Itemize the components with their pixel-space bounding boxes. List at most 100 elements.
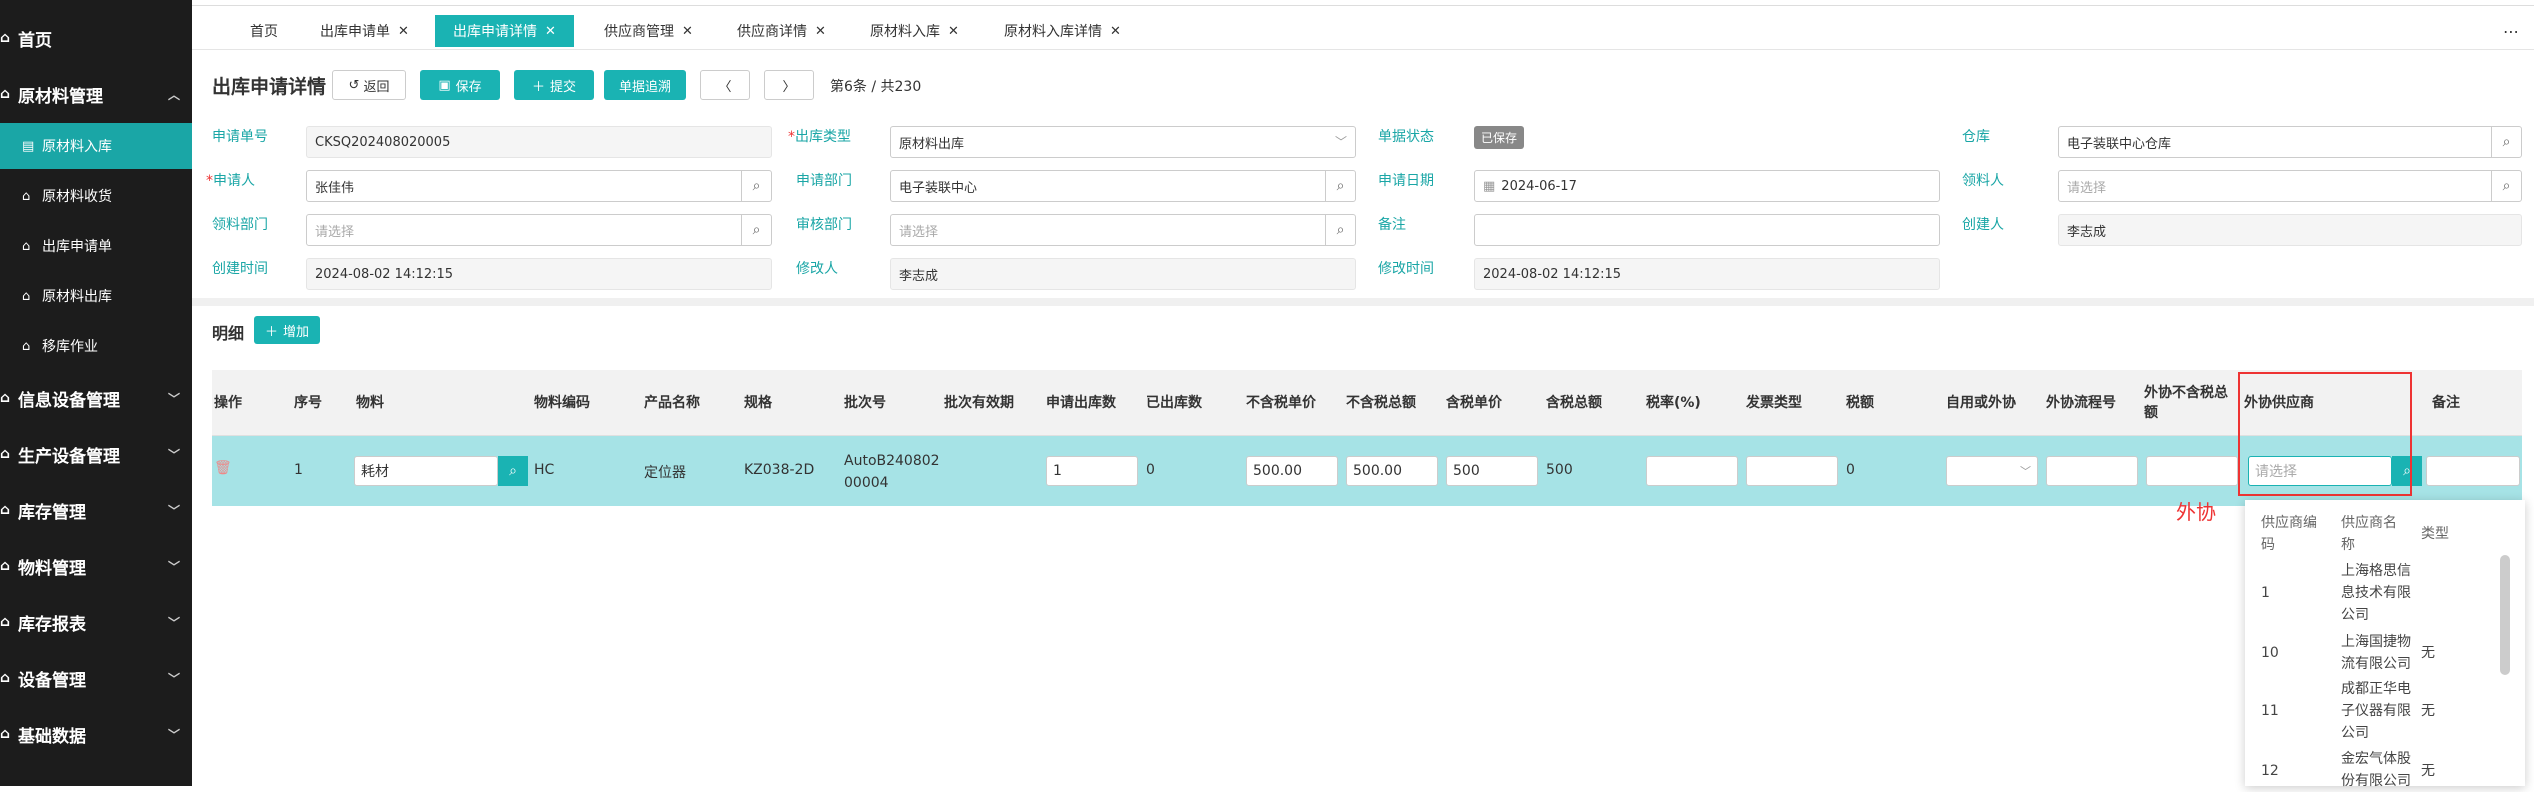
back-button[interactable]: ↺ 返回 bbox=[332, 70, 406, 100]
supplier-code[interactable]: 10 bbox=[2261, 642, 2279, 664]
sidebar-item-production-equipment[interactable]: ⌂ 生产设备管理 ﹀ bbox=[0, 434, 192, 474]
price-value: 500.00 bbox=[1253, 463, 1302, 479]
apply-dept-field[interactable]: 电子装联中心 ⌕ bbox=[890, 170, 1356, 202]
tab-home[interactable]: 首页 bbox=[232, 15, 296, 47]
close-icon[interactable]: ✕ bbox=[948, 24, 959, 39]
supplier-name[interactable]: 上海国捷物流有限公司 bbox=[2341, 631, 2413, 675]
next-button[interactable]: 〉 bbox=[764, 70, 814, 100]
sidebar-subitem-raw-inbound[interactable]: ▤ 原材料入库 bbox=[0, 123, 192, 169]
popup-header-type: 类型 bbox=[2421, 526, 2449, 542]
modifier-value: 李志成 bbox=[899, 268, 939, 284]
add-row-button[interactable]: ＋ 增加 bbox=[254, 316, 320, 344]
apply-qty-input[interactable]: 1 bbox=[1046, 456, 1138, 486]
audit-dept-field[interactable]: 请选择 ⌕ bbox=[890, 214, 1356, 246]
total-input[interactable]: 500.00 bbox=[1346, 456, 1438, 486]
apply-no-field: CKSQ202408020005 bbox=[306, 126, 772, 158]
row-remark-input[interactable] bbox=[2426, 456, 2520, 486]
apply-date-value: 2024-06-17 bbox=[1501, 178, 1577, 194]
outsource-total-input[interactable] bbox=[2146, 456, 2238, 486]
supplier-name[interactable]: 上海格思信息技术有限公司 bbox=[2341, 560, 2413, 626]
highlight-box bbox=[2238, 372, 2412, 496]
search-icon[interactable]: ⌕ bbox=[741, 171, 771, 201]
supplier-name[interactable]: 成都正华电子仪器有限公司 bbox=[2341, 678, 2413, 744]
sidebar-subitem-transfer[interactable]: ⌂ 移库作业 bbox=[0, 323, 192, 369]
trash-icon[interactable]: 🗑 bbox=[214, 460, 232, 476]
label-modify-time: 修改时间 bbox=[1378, 261, 1434, 277]
chevron-down-icon: ﹀ bbox=[1334, 135, 1347, 149]
invoice-type-input[interactable] bbox=[1746, 456, 1838, 486]
more-icon[interactable]: ⋯ bbox=[2503, 22, 2520, 41]
sidebar-subitem-raw-receive[interactable]: ⌂ 原材料收货 bbox=[0, 173, 192, 219]
sidebar-item-raw-material[interactable]: ⌂ 原材料管理 ︿ bbox=[0, 74, 192, 114]
close-icon[interactable]: ✕ bbox=[682, 24, 693, 39]
close-icon[interactable]: ✕ bbox=[1110, 24, 1121, 39]
sidebar-item-equipment[interactable]: ⌂ 设备管理 ﹀ bbox=[0, 658, 192, 698]
supplier-code[interactable]: 1 bbox=[2261, 582, 2270, 604]
chevron-down-icon: ﹀ bbox=[167, 672, 180, 686]
sidebar-item-inventory-report[interactable]: ⌂ 库存报表 ﹀ bbox=[0, 602, 192, 642]
home-icon: ⌂ bbox=[0, 502, 11, 518]
sidebar-item-materials[interactable]: ⌂ 物料管理 ﹀ bbox=[0, 546, 192, 586]
sidebar-item-label: 库存管理 bbox=[18, 502, 86, 523]
close-icon[interactable]: ✕ bbox=[545, 24, 556, 39]
supplier-code[interactable]: 11 bbox=[2261, 700, 2279, 722]
tab-raw-inbound[interactable]: 原材料入库 ✕ bbox=[852, 15, 977, 47]
home-icon: ⌂ bbox=[22, 238, 31, 254]
applicant-field[interactable]: 张佳伟 ⌕ bbox=[306, 170, 772, 202]
sidebar-item-label: 物料管理 bbox=[18, 558, 86, 579]
tab-out-request-detail[interactable]: 出库申请详情 ✕ bbox=[435, 15, 574, 47]
sidebar-item-home[interactable]: ⌂ 首页 bbox=[0, 18, 192, 58]
sidebar-item-label: 基础数据 bbox=[18, 726, 86, 747]
prev-button[interactable]: 〈 bbox=[700, 70, 750, 100]
sidebar-subitem-raw-outbound[interactable]: ⌂ 原材料出库 bbox=[0, 273, 192, 319]
remark-field[interactable] bbox=[1474, 214, 1940, 246]
chevron-up-icon: ︿ bbox=[167, 88, 180, 102]
tax-price-input[interactable]: 500 bbox=[1446, 456, 1538, 486]
outsource-flow-input[interactable] bbox=[2046, 456, 2138, 486]
tab-out-request-list[interactable]: 出库申请单 ✕ bbox=[302, 15, 427, 47]
search-icon[interactable]: ⌕ bbox=[2491, 171, 2521, 201]
modify-time-field: 2024-08-02 14:12:15 bbox=[1474, 258, 1940, 290]
sidebar-subitem-out-request[interactable]: ⌂ 出库申请单 bbox=[0, 223, 192, 269]
popup-scrollbar[interactable] bbox=[2500, 555, 2510, 675]
sidebar-item-base-data[interactable]: ⌂ 基础数据 ﹀ bbox=[0, 714, 192, 754]
apply-date-picker[interactable]: ▦ 2024-06-17 bbox=[1474, 170, 1940, 202]
search-icon[interactable]: ⌕ bbox=[2491, 127, 2521, 157]
out-type-select[interactable]: 原材料出库 ﹀ bbox=[890, 126, 1356, 158]
supplier-name[interactable]: 金宏气体股份有限公司 bbox=[2341, 748, 2413, 792]
tax-rate-input[interactable] bbox=[1646, 456, 1738, 486]
receiver-field[interactable]: 请选择 ⌕ bbox=[2058, 170, 2522, 202]
create-time-field: 2024-08-02 14:12:15 bbox=[306, 258, 772, 290]
label-remark: 备注 bbox=[1378, 217, 1406, 233]
price-input[interactable]: 500.00 bbox=[1246, 456, 1338, 486]
apply-dept-value: 电子装联中心 bbox=[899, 180, 978, 196]
chevron-right-icon: 〉 bbox=[782, 79, 796, 95]
tab-supplier-management[interactable]: 供应商管理 ✕ bbox=[586, 15, 711, 47]
trace-button[interactable]: 单据追溯 bbox=[604, 70, 686, 100]
sidebar-item-inventory[interactable]: ⌂ 库存管理 ﹀ bbox=[0, 490, 192, 530]
search-icon[interactable]: ⌕ bbox=[1325, 171, 1355, 201]
chevron-left-icon: 〈 bbox=[718, 79, 732, 95]
submit-button[interactable]: ＋ 提交 bbox=[514, 70, 594, 100]
supplier-code[interactable]: 12 bbox=[2261, 760, 2279, 782]
tab-supplier-detail[interactable]: 供应商详情 ✕ bbox=[719, 15, 844, 47]
warehouse-field[interactable]: 电子装联中心仓库 ⌕ bbox=[2058, 126, 2522, 158]
close-icon[interactable]: ✕ bbox=[398, 24, 409, 39]
tab-raw-inbound-detail[interactable]: 原材料入库详情 ✕ bbox=[986, 15, 1139, 47]
search-icon[interactable]: ⌕ bbox=[498, 456, 528, 486]
usage-select[interactable]: ﹀ bbox=[1946, 456, 2038, 486]
close-icon[interactable]: ✕ bbox=[815, 24, 826, 39]
recv-dept-field[interactable]: 请选择 ⌕ bbox=[306, 214, 772, 246]
search-icon[interactable]: ⌕ bbox=[1325, 215, 1355, 245]
material-input[interactable]: 耗材 bbox=[354, 456, 498, 486]
annotation-label: 外协 bbox=[2176, 500, 2216, 524]
batch-no: AutoB24080200004 bbox=[844, 453, 940, 491]
sidebar-item-label: 信息设备管理 bbox=[18, 390, 120, 411]
chevron-down-icon: ﹀ bbox=[2020, 465, 2031, 478]
save-button[interactable]: ▣ 保存 bbox=[420, 70, 500, 100]
chevron-down-icon: ﹀ bbox=[167, 504, 180, 518]
label-modifier: 修改人 bbox=[796, 261, 838, 277]
tab-label: 供应商管理 bbox=[604, 24, 674, 40]
search-icon[interactable]: ⌕ bbox=[741, 215, 771, 245]
sidebar-item-info-equipment[interactable]: ⌂ 信息设备管理 ﹀ bbox=[0, 378, 192, 418]
